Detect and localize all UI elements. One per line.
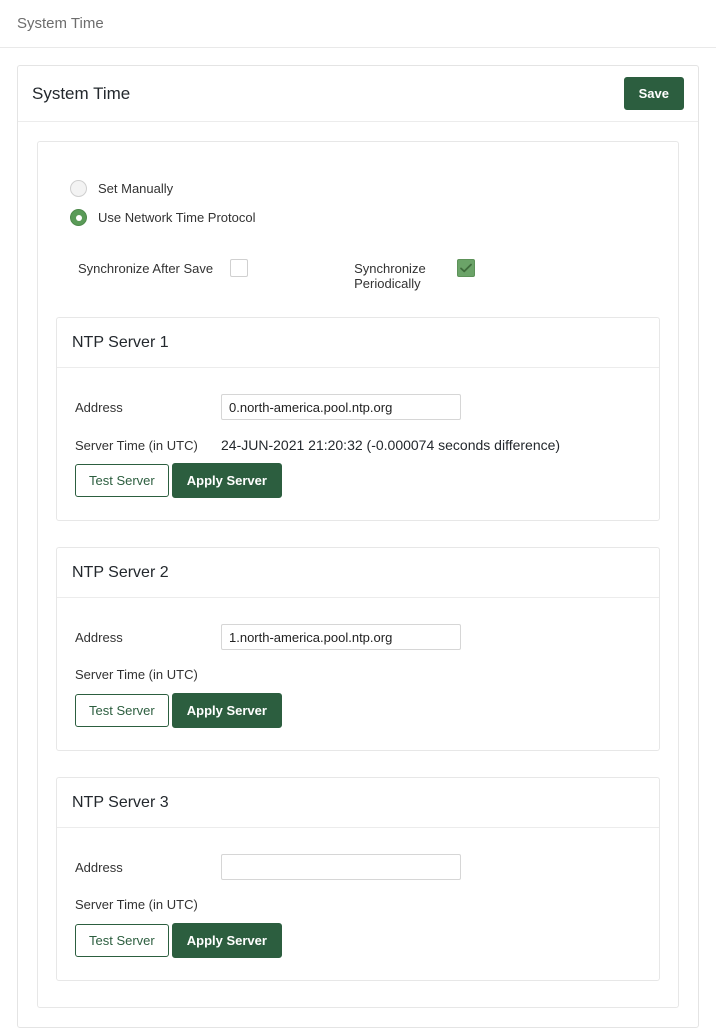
server-time-label: Server Time (in UTC) — [75, 438, 221, 453]
ntp-server-body: Address Server Time (in UTC) 24-JUN-2021… — [57, 368, 659, 520]
card-body: Set Manually Use Network Time Protocol S… — [18, 122, 698, 1027]
ntp-server-title: NTP Server 3 — [72, 794, 169, 812]
address-field-row: Address — [57, 624, 659, 650]
test-server-button[interactable]: Test Server — [75, 924, 169, 957]
apply-server-button[interactable]: Apply Server — [172, 463, 282, 498]
apply-server-button[interactable]: Apply Server — [172, 693, 282, 728]
ntp-server-title: NTP Server 1 — [72, 334, 169, 352]
sync-after-save-group: Synchronize After Save — [78, 259, 248, 277]
server-action-row: Test Server Apply Server — [57, 463, 659, 498]
server-time-value: 24-JUN-2021 21:20:32 (-0.000074 seconds … — [221, 437, 560, 453]
test-server-button[interactable]: Test Server — [75, 464, 169, 497]
address-label: Address — [75, 630, 221, 645]
test-server-button[interactable]: Test Server — [75, 694, 169, 727]
radio-option-use-ntp[interactable]: Use Network Time Protocol — [38, 209, 678, 226]
address-input[interactable] — [221, 624, 461, 650]
ntp-server-header: NTP Server 1 — [57, 318, 659, 368]
page-wrapper: System Time Save Set Manually Use Networ… — [0, 48, 716, 1028]
address-field-row: Address — [57, 394, 659, 420]
radio-label-set-manually: Set Manually — [98, 181, 173, 196]
address-label: Address — [75, 860, 221, 875]
address-field-row: Address — [57, 854, 659, 880]
ntp-server-body: Address Server Time (in UTC) Test Server… — [57, 598, 659, 750]
apply-server-button[interactable]: Apply Server — [172, 923, 282, 958]
server-time-label: Server Time (in UTC) — [75, 897, 221, 912]
server-time-label: Server Time (in UTC) — [75, 667, 221, 682]
ntp-server-panel: NTP Server 1 Address Server Time (in UTC… — [56, 317, 660, 521]
server-time-row: Server Time (in UTC) — [57, 897, 659, 913]
ntp-server-header: NTP Server 2 — [57, 548, 659, 598]
ntp-server-title: NTP Server 2 — [72, 564, 169, 582]
sync-periodically-checkbox[interactable] — [457, 259, 475, 277]
sync-periodically-label-line2: Periodically — [354, 276, 420, 291]
sync-periodically-group: SynchronizePeriodically — [354, 259, 475, 291]
sync-periodically-label: SynchronizePeriodically — [354, 259, 440, 291]
address-input[interactable] — [221, 854, 461, 880]
radio-label-use-ntp: Use Network Time Protocol — [98, 210, 256, 225]
radio-icon-unselected[interactable] — [70, 180, 87, 197]
server-action-row: Test Server Apply Server — [57, 923, 659, 958]
ntp-server-panel: NTP Server 3 Address Server Time (in UTC… — [56, 777, 660, 981]
save-button[interactable]: Save — [624, 77, 684, 110]
sync-options-row: Synchronize After Save SynchronizePeriod… — [38, 238, 678, 291]
page-title: System Time — [32, 84, 130, 104]
card-header: System Time Save — [18, 66, 698, 122]
ntp-server-header: NTP Server 3 — [57, 778, 659, 828]
address-label: Address — [75, 400, 221, 415]
system-time-card: System Time Save Set Manually Use Networ… — [17, 65, 699, 1028]
radio-option-set-manually[interactable]: Set Manually — [38, 180, 678, 197]
server-time-row: Server Time (in UTC) — [57, 667, 659, 683]
server-action-row: Test Server Apply Server — [57, 693, 659, 728]
settings-panel: Set Manually Use Network Time Protocol S… — [37, 141, 679, 1008]
ntp-server-body: Address Server Time (in UTC) Test Server… — [57, 828, 659, 980]
check-icon — [458, 260, 474, 276]
server-time-row: Server Time (in UTC) 24-JUN-2021 21:20:3… — [57, 437, 659, 453]
ntp-server-list: NTP Server 1 Address Server Time (in UTC… — [38, 291, 678, 981]
radio-icon-selected[interactable] — [70, 209, 87, 226]
sync-after-save-checkbox[interactable] — [230, 259, 248, 277]
ntp-server-panel: NTP Server 2 Address Server Time (in UTC… — [56, 547, 660, 751]
sync-periodically-label-line1: Synchronize — [354, 261, 426, 276]
address-input[interactable] — [221, 394, 461, 420]
breadcrumb: System Time — [17, 15, 104, 32]
breadcrumb-bar: System Time — [0, 0, 716, 48]
sync-after-save-label: Synchronize After Save — [78, 259, 213, 276]
